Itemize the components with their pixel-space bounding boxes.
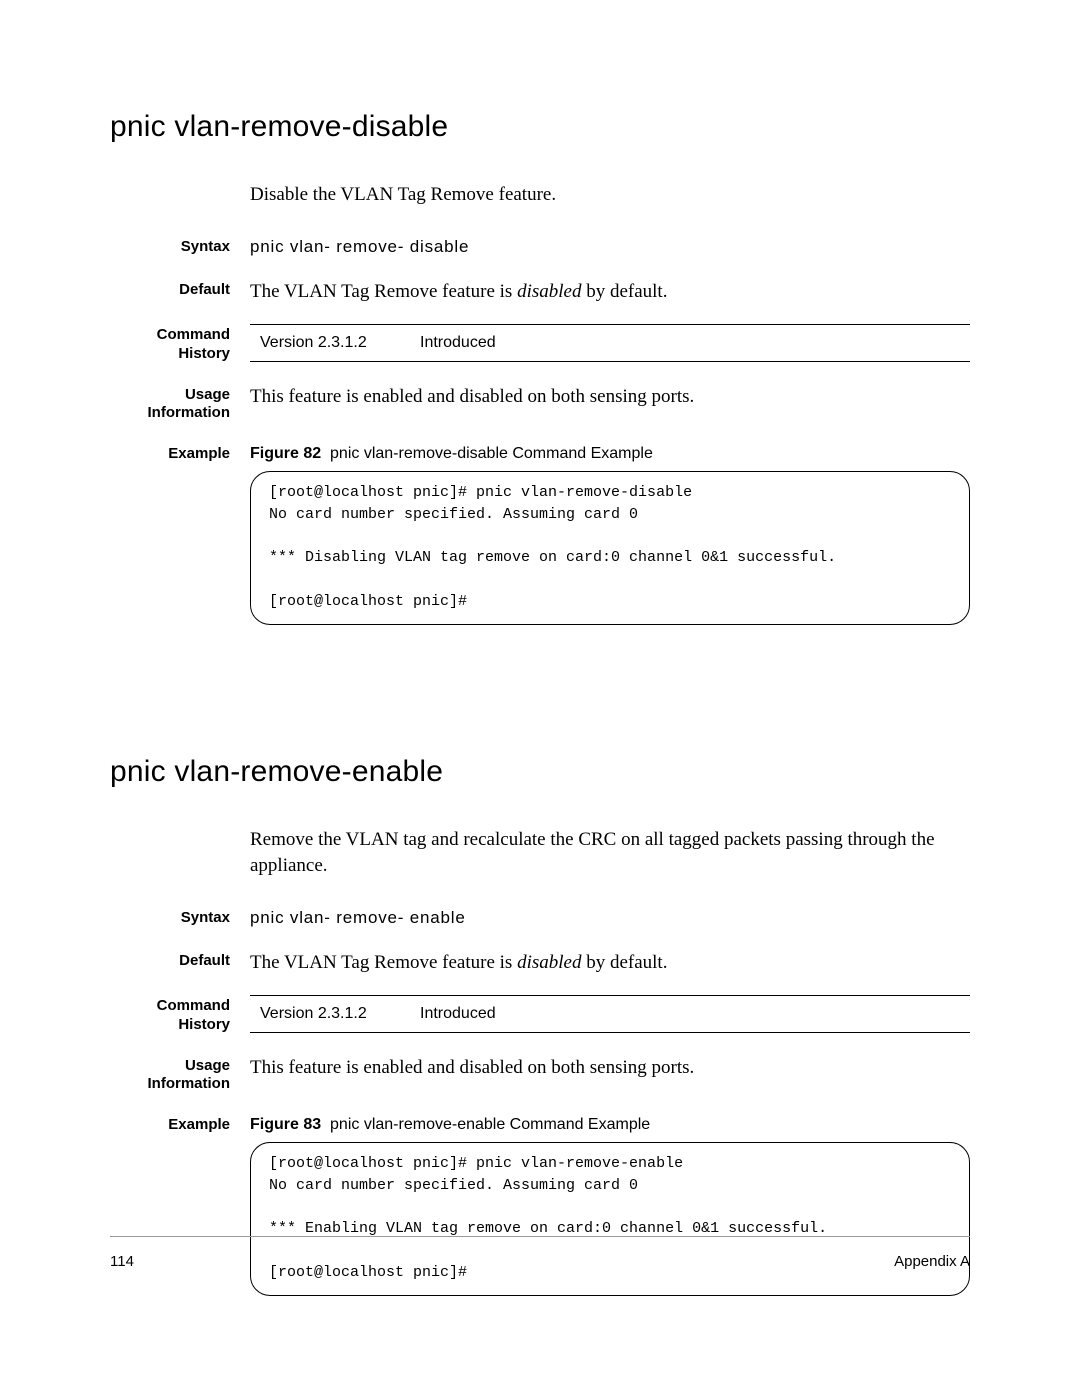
figure-caption: Figure 83 pnic vlan-remove-enable Comman… [250, 1114, 970, 1136]
syntax-value: pnic vlan- remove- enable [250, 907, 970, 930]
page-footer: 114 Appendix A [110, 1236, 970, 1270]
syntax-label: Syntax [110, 236, 250, 257]
figure-label: Figure 83 [250, 1116, 321, 1133]
usage-value: This feature is enabled and disabled on … [250, 1055, 970, 1081]
default-row: Default The VLAN Tag Remove feature is d… [110, 279, 970, 305]
history-row: Command History Version 2.3.1.2 Introduc… [110, 995, 970, 1035]
history-label: Command History [110, 324, 250, 364]
default-em-text: disabled [517, 952, 581, 973]
usage-value: This feature is enabled and disabled on … [250, 384, 970, 410]
code-example: [root@localhost pnic]# pnic vlan-remove-… [269, 482, 951, 613]
usage-row: Usage Information This feature is enable… [110, 384, 970, 424]
default-post-text: by default. [581, 281, 667, 302]
default-post-text: by default. [581, 952, 667, 973]
code-example-wrap: [root@localhost pnic]# pnic vlan-remove-… [250, 471, 970, 626]
section-intro: Remove the VLAN tag and recalculate the … [250, 827, 970, 878]
default-value: The VLAN Tag Remove feature is disabled … [250, 950, 970, 976]
history-value: Version 2.3.1.2 Introduced [250, 995, 970, 1033]
syntax-row: Syntax pnic vlan- remove- enable [110, 907, 970, 930]
appendix-label: Appendix A [894, 1253, 970, 1270]
command-section-enable: pnic vlan-remove-enable Remove the VLAN … [110, 755, 970, 1296]
history-version: Version 2.3.1.2 [250, 325, 420, 362]
figure-label: Figure 82 [250, 445, 321, 462]
code-example-wrap: [root@localhost pnic]# pnic vlan-remove-… [250, 1142, 970, 1297]
history-note: Introduced [420, 996, 970, 1033]
default-row: Default The VLAN Tag Remove feature is d… [110, 950, 970, 976]
example-value: Figure 82 pnic vlan-remove-disable Comma… [250, 443, 970, 625]
syntax-label: Syntax [110, 907, 250, 928]
history-table: Version 2.3.1.2 Introduced [250, 324, 970, 362]
example-row: Example Figure 82 pnic vlan-remove-disab… [110, 443, 970, 625]
usage-label: Usage Information [110, 384, 250, 424]
example-label: Example [110, 1114, 250, 1135]
document-page: pnic vlan-remove-disable Disable the VLA… [0, 0, 1080, 1300]
default-pre-text: The VLAN Tag Remove feature is [250, 281, 517, 302]
default-label: Default [110, 950, 250, 971]
usage-label: Usage Information [110, 1055, 250, 1095]
figure-caption: Figure 82 pnic vlan-remove-disable Comma… [250, 443, 970, 465]
table-row: Version 2.3.1.2 Introduced [250, 325, 970, 362]
default-label: Default [110, 279, 250, 300]
section-title: pnic vlan-remove-disable [110, 110, 970, 144]
syntax-row: Syntax pnic vlan- remove- disable [110, 236, 970, 259]
history-note: Introduced [420, 325, 970, 362]
usage-row: Usage Information This feature is enable… [110, 1055, 970, 1095]
history-value: Version 2.3.1.2 Introduced [250, 324, 970, 362]
figure-caption-text: pnic vlan-remove-disable Command Example [330, 445, 653, 462]
section-intro: Disable the VLAN Tag Remove feature. [250, 182, 970, 208]
history-table: Version 2.3.1.2 Introduced [250, 995, 970, 1033]
default-value: The VLAN Tag Remove feature is disabled … [250, 279, 970, 305]
command-section-disable: pnic vlan-remove-disable Disable the VLA… [110, 110, 970, 625]
history-label: Command History [110, 995, 250, 1035]
table-row: Version 2.3.1.2 Introduced [250, 996, 970, 1033]
default-pre-text: The VLAN Tag Remove feature is [250, 952, 517, 973]
code-example-box: [root@localhost pnic]# pnic vlan-remove-… [250, 1142, 970, 1297]
example-label: Example [110, 443, 250, 464]
default-em-text: disabled [517, 281, 581, 302]
figure-caption-text: pnic vlan-remove-enable Command Example [330, 1116, 650, 1133]
section-title: pnic vlan-remove-enable [110, 755, 970, 789]
page-number: 114 [110, 1253, 134, 1270]
syntax-value: pnic vlan- remove- disable [250, 236, 970, 259]
history-version: Version 2.3.1.2 [250, 996, 420, 1033]
code-example-box: [root@localhost pnic]# pnic vlan-remove-… [250, 471, 970, 626]
history-row: Command History Version 2.3.1.2 Introduc… [110, 324, 970, 364]
